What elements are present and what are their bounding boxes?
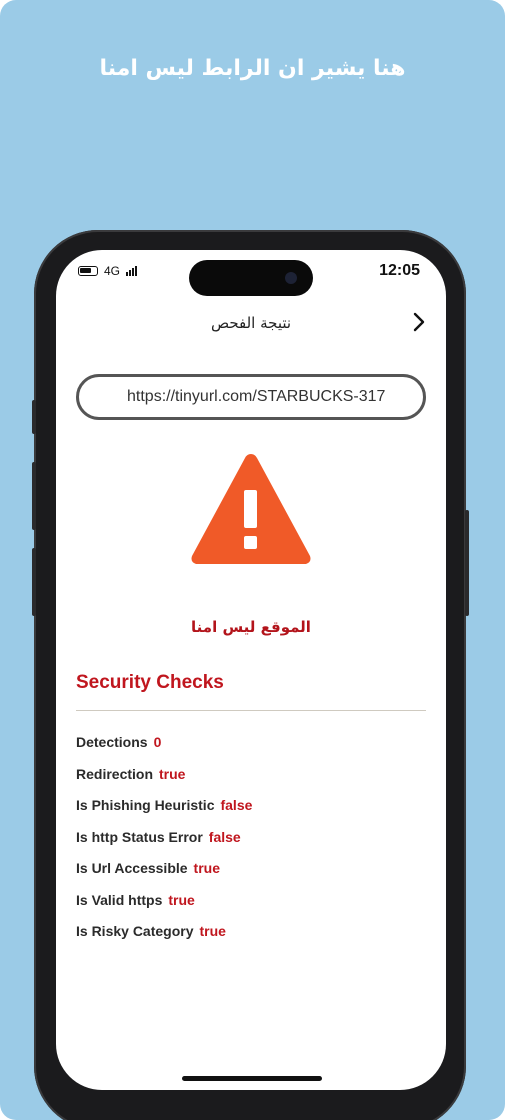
check-value: true [193,860,220,876]
section-divider [76,710,426,711]
check-row-url-accessible: Is Url Accessible true [76,860,252,892]
promo-banner-text: هنا يشير ان الرابط ليس امنا [99,56,406,81]
check-label: Is Valid https [76,891,163,908]
check-value: true [199,923,226,939]
dynamic-island [189,260,313,296]
back-button[interactable] [408,310,430,334]
warning-triangle-icon [191,454,311,564]
check-label: Is Risky Category [76,923,194,939]
phone-screen: 4G 12:05 نتيجة الفحص الموقع ليس امنا Sec… [56,250,446,1090]
check-value: true [159,765,186,782]
phone-volume-down [32,548,36,616]
signal-icon [126,266,138,276]
page-title: نتيجة الفحص [210,314,292,332]
check-label: Detections [76,734,148,750]
check-value: true [168,891,195,908]
check-value: false [220,797,253,813]
check-row-http-status-error: Is http Status Error false [76,829,252,861]
check-label: Is Phishing Heuristic [76,797,215,813]
security-checks-title: Security Checks [76,672,224,693]
promo-background: هنا يشير ان الرابط ليس امنا 4G 12:05 نتي… [0,0,505,1120]
check-row-phishing-heuristic: Is Phishing Heuristic false [76,797,252,829]
phone-power-button [465,510,469,616]
check-value: 0 [153,734,162,750]
phone-side-button [32,400,36,434]
network-label: 4G [104,264,121,278]
check-label: Is Url Accessible [76,860,188,876]
security-checks-list: Detections 0 Redirection true Is Phishing … [76,734,252,955]
home-indicator[interactable] [182,1076,322,1081]
phone-volume-up [32,462,36,530]
url-input[interactable] [127,388,417,406]
status-time: 12:05 [379,262,420,279]
check-label: Is http Status Error [76,828,203,845]
battery-icon [78,266,98,276]
url-field[interactable] [76,374,426,420]
check-row-redirection: Redirection true [76,766,252,798]
check-value: false [208,828,241,845]
camera-icon [285,272,297,284]
chevron-right-icon [413,312,425,332]
check-label: Redirection [76,765,154,782]
check-row-detections: Detections 0 [76,734,252,766]
check-row-risky-category: Is Risky Category true [76,923,252,955]
check-row-valid-https: Is Valid https true [76,892,252,924]
result-message: الموقع ليس امنا [191,618,311,636]
status-bar-left: 4G [78,264,138,278]
